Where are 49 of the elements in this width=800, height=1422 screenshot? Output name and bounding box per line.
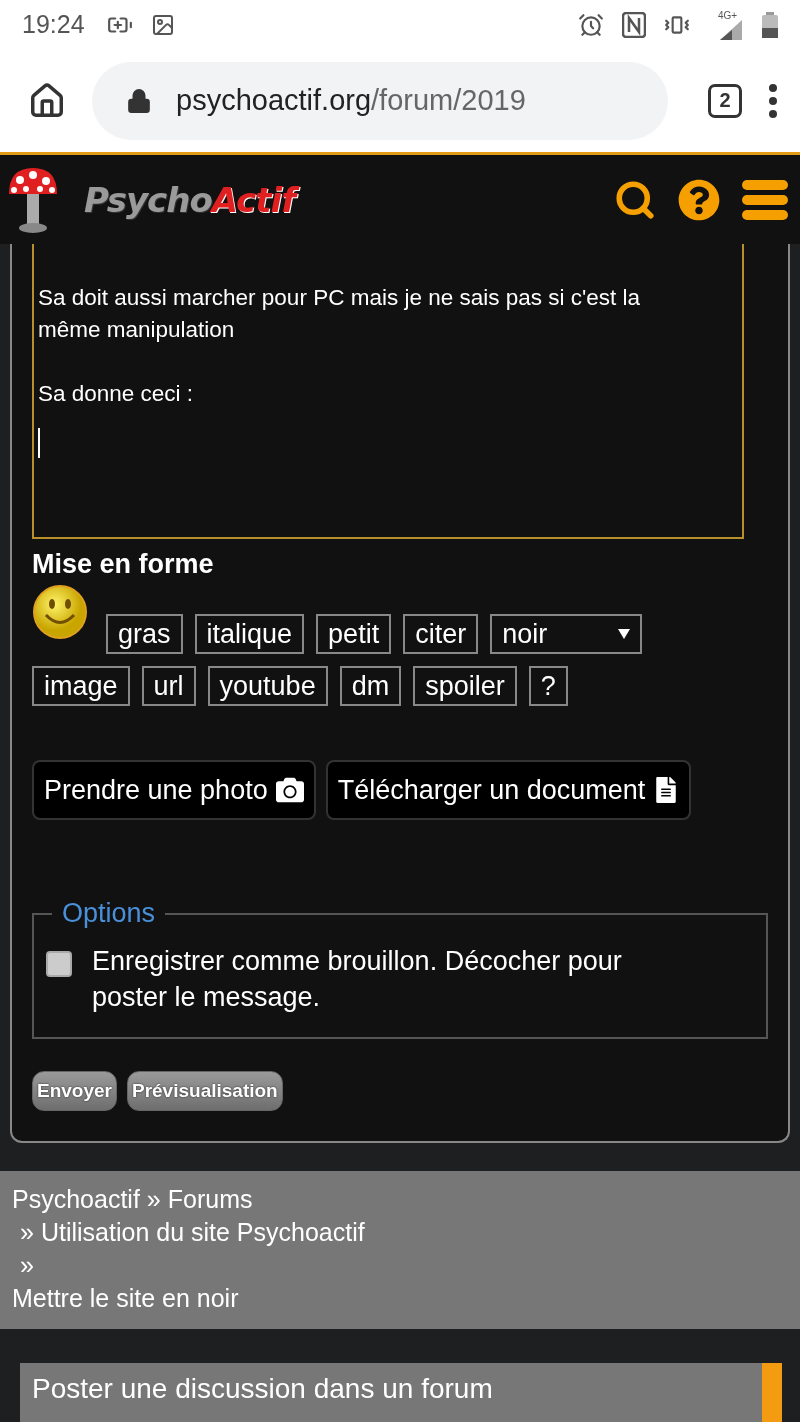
help-icon[interactable] bbox=[678, 178, 720, 221]
format-button[interactable]: gras bbox=[106, 614, 183, 654]
format-button[interactable]: youtube bbox=[207, 666, 328, 706]
battery-icon bbox=[762, 11, 778, 38]
submit-button[interactable]: Envoyer bbox=[32, 1071, 117, 1111]
format-button[interactable]: petit bbox=[316, 614, 392, 654]
caret-icon bbox=[618, 629, 631, 639]
format-button[interactable]: citer bbox=[403, 614, 479, 654]
page-title: Mettre le site en noir bbox=[12, 1283, 239, 1314]
panel-title: Poster une discussion dans un forum bbox=[31, 1372, 494, 1406]
status-time: 19:24 bbox=[22, 10, 85, 40]
format-button[interactable]: spoiler bbox=[413, 666, 517, 706]
url-text: psychoactif.org/forum/2019 bbox=[176, 84, 526, 118]
breadcrumb-link[interactable]: Utilisation du site Psychoactif bbox=[40, 1216, 365, 1249]
menu-icon[interactable] bbox=[742, 179, 788, 220]
format-button[interactable]: italique bbox=[194, 614, 305, 654]
nfc-icon bbox=[622, 11, 646, 38]
breadcrumb-separator: » bbox=[146, 1184, 161, 1215]
message-field[interactable]: Sa doit aussi marcher pour PC mais je ne sais pas si c'est la même manipulation Sa donne ceci : bbox=[32, 244, 744, 539]
tab-count-button[interactable]: 2 bbox=[708, 83, 742, 118]
more-options-icon[interactable] bbox=[768, 83, 778, 118]
image-icon bbox=[150, 12, 175, 37]
breadcrumb-separator: » bbox=[20, 1250, 34, 1281]
checkbox-label: Enregistrer comme brouillon. Décocher pour poster le message. bbox=[92, 945, 623, 1014]
alarm-icon bbox=[578, 11, 604, 38]
breadcrumb-separator: » bbox=[20, 1217, 34, 1248]
breadcrumb-link[interactable]: Psychoactif bbox=[12, 1183, 140, 1216]
submit-button[interactable]: Prévisualisation bbox=[127, 1071, 283, 1111]
format-button[interactable]: image bbox=[32, 666, 130, 706]
camera-icon bbox=[275, 776, 304, 804]
format-button[interactable]: url bbox=[141, 666, 196, 706]
mushroom-icon bbox=[6, 165, 60, 234]
draft-checkbox[interactable] bbox=[46, 951, 72, 977]
color-select[interactable]: noir bbox=[490, 614, 643, 654]
address-bar[interactable]: psychoactif.org/forum/2019 bbox=[92, 61, 668, 140]
format-button[interactable]: ? bbox=[528, 666, 568, 706]
lock-icon bbox=[126, 87, 152, 114]
smiley-icon[interactable] bbox=[32, 584, 88, 640]
home-icon[interactable] bbox=[28, 81, 66, 120]
text-cursor bbox=[38, 428, 40, 458]
site-logo[interactable]: PsychoActif bbox=[82, 177, 303, 222]
search-icon[interactable] bbox=[614, 178, 656, 221]
breadcrumb-link[interactable]: Forums bbox=[167, 1183, 253, 1216]
options-legend: Options bbox=[52, 898, 166, 929]
accent-strip bbox=[762, 1363, 782, 1422]
format-button[interactable]: dm bbox=[339, 666, 402, 706]
upload-button[interactable]: Télécharger un document bbox=[325, 760, 692, 820]
upload-button[interactable]: Prendre une photo bbox=[32, 760, 316, 820]
section-heading: Mise en forme bbox=[32, 549, 215, 580]
